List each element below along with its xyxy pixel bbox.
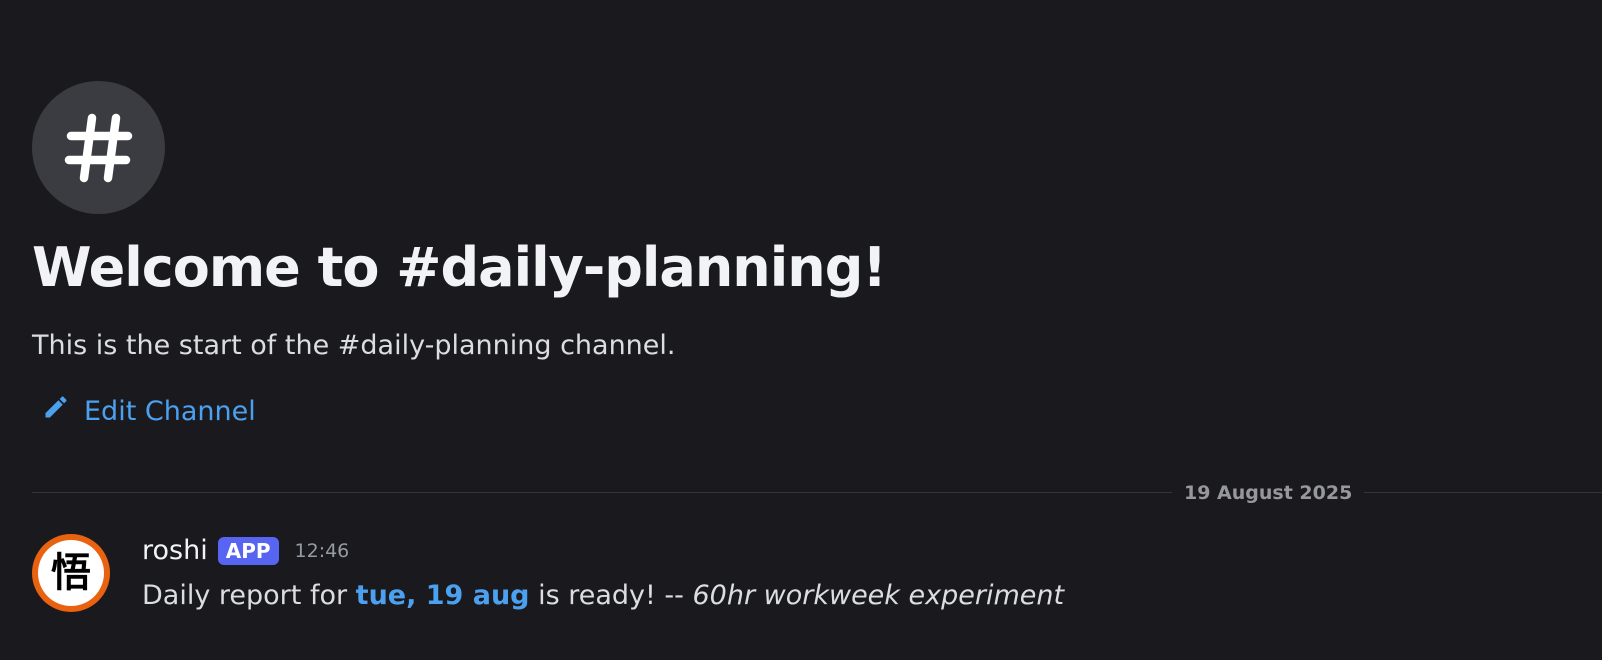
date-divider-line bbox=[32, 492, 1602, 493]
pencil-icon bbox=[42, 393, 70, 431]
edit-channel-label: Edit Channel bbox=[84, 396, 256, 427]
message-date-link[interactable]: tue, 19 aug bbox=[356, 580, 530, 611]
message-author[interactable]: roshi bbox=[142, 533, 208, 569]
app-badge: APP bbox=[217, 537, 279, 565]
avatar[interactable]: 悟 bbox=[32, 534, 110, 612]
message-timestamp[interactable]: 12:46 bbox=[295, 537, 350, 565]
message-content: Daily report for tue, 19 aug is ready! -… bbox=[142, 578, 1064, 614]
hashtag-icon bbox=[32, 81, 165, 214]
message-text-middle: is ready! -- bbox=[529, 580, 693, 611]
date-divider-label: 19 August 2025 bbox=[1172, 481, 1365, 505]
message-text-italic: 60hr workweek experiment bbox=[692, 580, 1065, 611]
welcome-title: Welcome to #daily-planning! bbox=[32, 236, 887, 299]
message-text-prefix: Daily report for bbox=[142, 580, 356, 611]
avatar-glyph: 悟 bbox=[51, 550, 91, 596]
message-header: roshi APP 12:46 bbox=[142, 533, 349, 569]
welcome-subtitle: This is the start of the #daily-planning… bbox=[32, 330, 676, 361]
edit-channel-button[interactable]: Edit Channel bbox=[42, 393, 256, 431]
channel-view: Welcome to #daily-planning! This is the … bbox=[0, 0, 1602, 660]
avatar-logo: 悟 bbox=[38, 540, 104, 606]
